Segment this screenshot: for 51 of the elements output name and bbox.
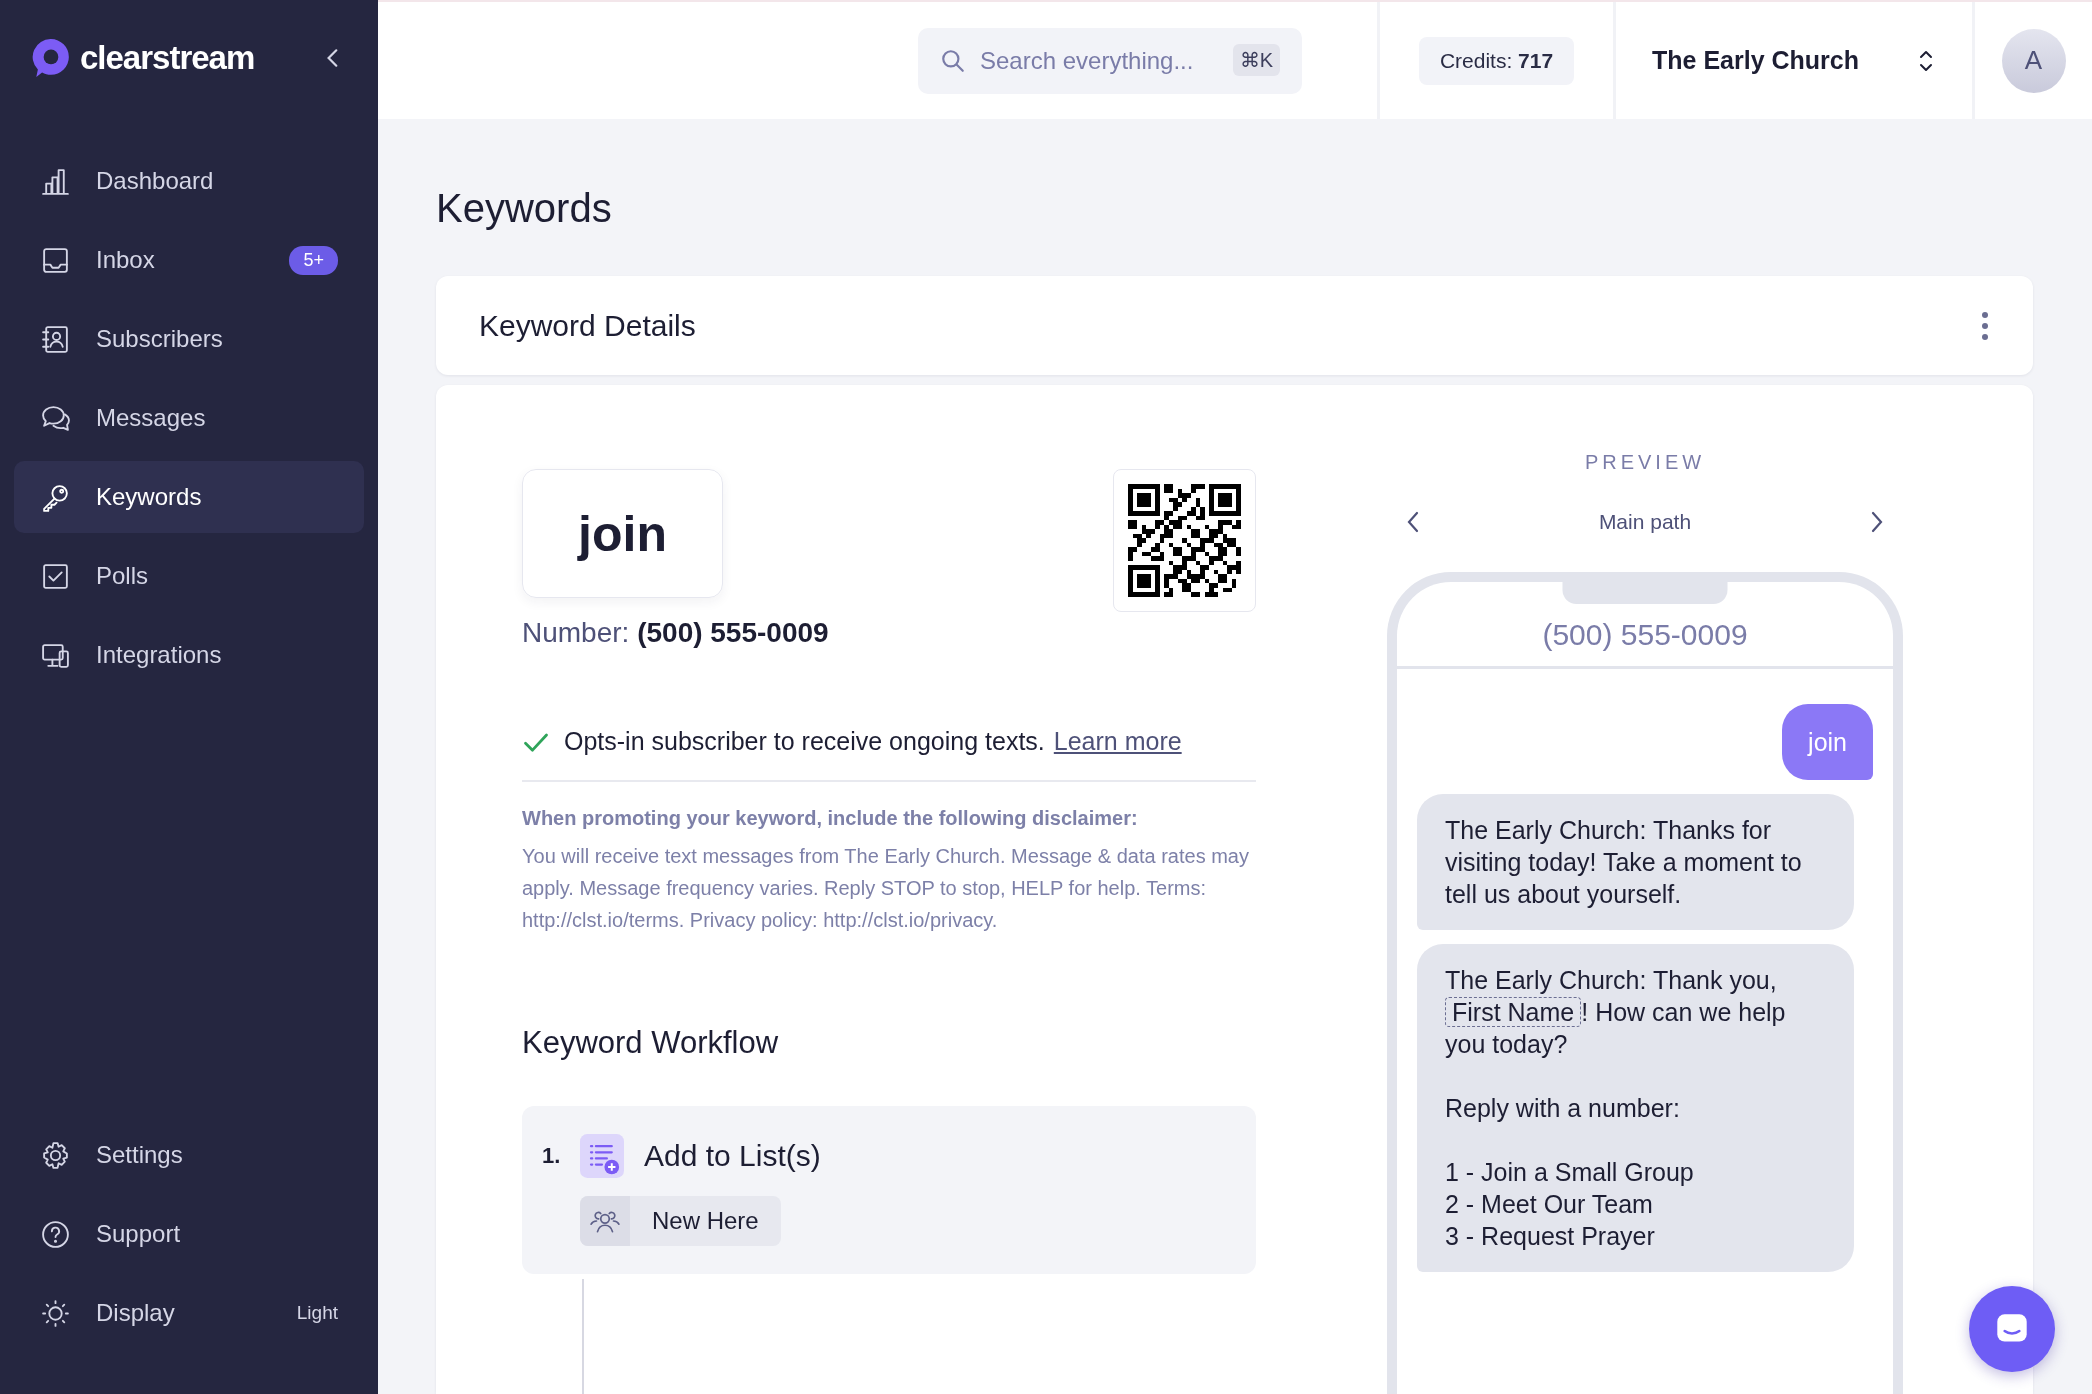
nav-item[interactable]: Integrations bbox=[14, 619, 364, 691]
search-icon bbox=[940, 47, 966, 74]
contact-book-icon bbox=[40, 323, 71, 355]
message-text: 3 - Request Prayer bbox=[1445, 1222, 1655, 1250]
disclaimer-heading: When promoting your keyword, include the following disclaimer: bbox=[522, 807, 1139, 830]
keyword-tile: join bbox=[522, 469, 723, 598]
nav-item[interactable]: Dashboard bbox=[14, 145, 364, 217]
keyword-number: Number: (500) 555-0009 bbox=[522, 617, 829, 649]
message-text: The Early Church: Thanks for visiting today! Take a moment to tell us about yourself. bbox=[1445, 816, 1802, 908]
nav-item[interactable]: Settings bbox=[14, 1119, 364, 1191]
organization-switcher[interactable]: The Early Church bbox=[1613, 2, 1972, 119]
step-number: 1. bbox=[542, 1143, 560, 1169]
message-text: Reply with a number: bbox=[1445, 1094, 1680, 1122]
nav-item[interactable]: Inbox 5+ bbox=[14, 224, 364, 296]
sun-icon bbox=[40, 1297, 71, 1329]
merge-field-tag: First Name bbox=[1445, 997, 1582, 1027]
list-chip: New Here bbox=[580, 1196, 781, 1246]
avatar[interactable]: A bbox=[2001, 28, 2066, 93]
preview-heading: PREVIEW bbox=[1584, 451, 1706, 474]
learn-more-link[interactable]: Learn more bbox=[1053, 727, 1182, 756]
message-text: you today? bbox=[1445, 1029, 1568, 1060]
more-options-icon[interactable] bbox=[1981, 310, 1989, 341]
nav-item[interactable]: Support bbox=[14, 1198, 364, 1270]
nav-item[interactable]: Keywords bbox=[14, 461, 364, 533]
credits-badge: Credits: 717 bbox=[1418, 36, 1575, 85]
keyboard-shortcut: ⌘K bbox=[1232, 43, 1280, 76]
chevron-up-down-icon bbox=[1918, 48, 1934, 73]
brand-name: clearstream bbox=[80, 39, 256, 77]
section-heading: Keyword Workflow bbox=[522, 1025, 780, 1061]
phone-number: (500) 555-0009 bbox=[1397, 618, 1893, 669]
message-text: The Early Church: Thank you, bbox=[1445, 965, 1777, 996]
message-text: join bbox=[1808, 728, 1847, 756]
settings-icon bbox=[40, 1139, 71, 1171]
message-text: 2 - Meet Our Team bbox=[1445, 1190, 1653, 1218]
display-mode-value: Light bbox=[296, 1302, 338, 1324]
logo-icon bbox=[30, 37, 72, 79]
opt-in-text: Opts-in subscriber to receive ongoing texts. bbox=[564, 727, 1045, 756]
add-list-icon bbox=[580, 1134, 624, 1178]
nav-item[interactable]: Display Light bbox=[14, 1277, 364, 1349]
message-text: ! How can we help bbox=[1581, 997, 1786, 1028]
message-text: 1 - Join a Small Group bbox=[1445, 1158, 1694, 1186]
page-title: Keywords bbox=[436, 185, 613, 232]
nav-item[interactable]: Subscribers bbox=[14, 303, 364, 375]
card-title: Keyword Details bbox=[479, 308, 697, 343]
disclaimer-text: You will receive text messages from The Early Church. Message & data rates may apply. Message frequency varies. Reply STOP to stop, HELP for help. Terms: http://clst.io/terms. Privacy policy: http://clst.io/privacy. bbox=[522, 844, 1250, 933]
step-title: Add to List(s) bbox=[644, 1139, 821, 1173]
help-icon bbox=[40, 1218, 71, 1250]
nav-item[interactable]: Polls bbox=[14, 540, 364, 612]
nav-item[interactable]: Messages bbox=[14, 382, 364, 454]
unread-count-badge: 5+ bbox=[289, 245, 338, 275]
path-name: Main path bbox=[1598, 510, 1692, 534]
